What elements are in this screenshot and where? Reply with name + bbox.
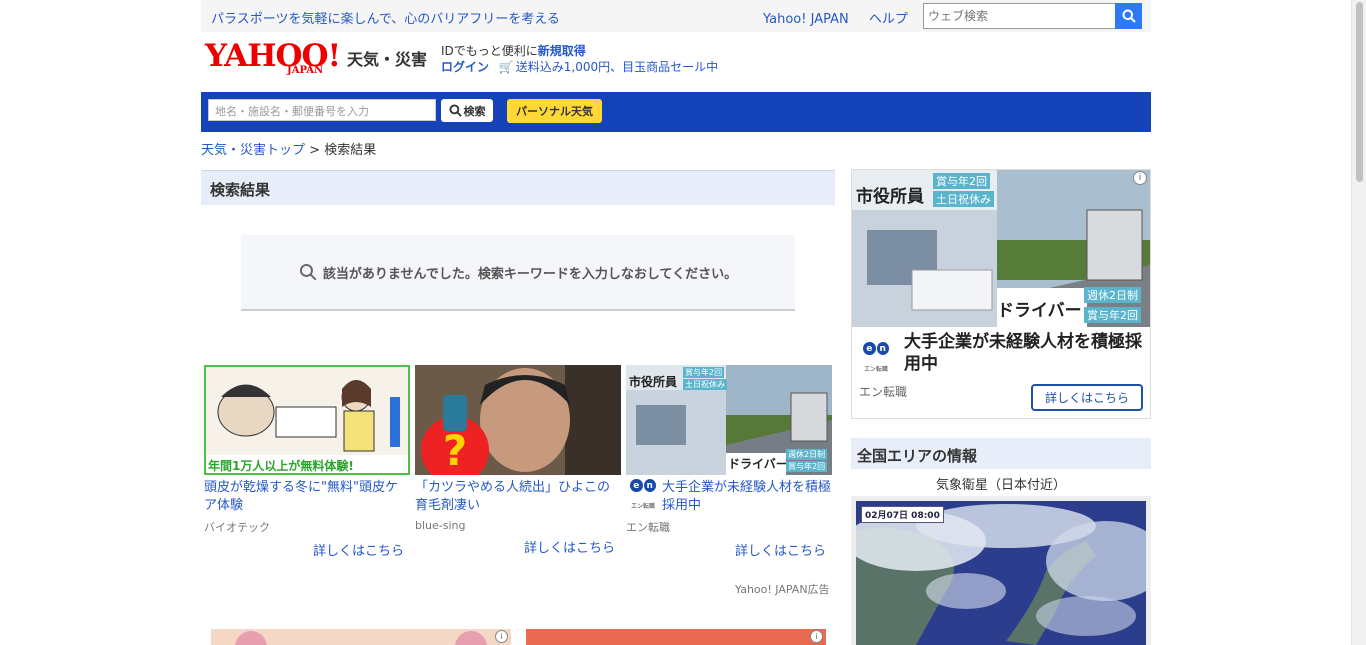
side-ad-badge: 賞与年2回: [933, 173, 990, 189]
logo-sub: JAPAN: [287, 65, 324, 76]
ad-title[interactable]: 「カツラやめる人続出」ひよこの育毛剤凄い: [415, 479, 621, 515]
en-tenshoku-logo: en エン転職: [863, 342, 889, 373]
signup-link[interactable]: 新規取得: [538, 44, 586, 58]
side-ad-badge: 週休2日制: [1084, 287, 1141, 303]
logo-sub: エン転職: [630, 503, 655, 510]
search-icon: [1122, 9, 1136, 23]
yahoo-japan-link[interactable]: Yahoo! JAPAN: [763, 12, 849, 27]
satellite-panel: 02月07日 08:00: [851, 496, 1151, 645]
logo-sub: エン転職: [863, 366, 888, 373]
ad-badge: 週休2日制: [786, 449, 828, 460]
help-link[interactable]: ヘルプ: [869, 12, 908, 27]
ad-caption: 年間1万人以上が無料体験!: [208, 459, 354, 473]
results-header: 検索結果: [201, 170, 835, 205]
breadcrumb-current: 検索結果: [324, 143, 377, 158]
ad-image: 市役所員 賞与年2回 土日祝休み ドライバー 週休2日制 賞与年2回: [626, 365, 832, 475]
service-name[interactable]: 天気・災害: [347, 46, 427, 70]
bottom-ad[interactable]: i: [526, 629, 826, 645]
satellite-caption[interactable]: 気象衛星（日本付近）: [851, 474, 1151, 493]
ad-more-link[interactable]: 詳しくはこちら: [204, 540, 410, 559]
yahoo-logo[interactable]: YAHOO! JAPAN: [205, 41, 341, 77]
side-ad-tag: 市役所員: [856, 187, 924, 207]
web-search-box: [923, 3, 1142, 29]
search-button-label: 検索: [463, 104, 486, 118]
search-icon: [448, 104, 462, 117]
ad-image: 年間1万人以上が無料体験!: [204, 365, 410, 475]
cart-icon: 🛒: [498, 60, 514, 74]
area-info-header: 全国エリアの情報: [851, 438, 1151, 469]
ad-card[interactable]: ? 「カツラやめる人続出」ひよこの育毛剤凄い blue-sing 詳しくはこちら: [415, 365, 621, 556]
web-search-button[interactable]: [1115, 3, 1142, 29]
side-ad-cta-button[interactable]: 詳しくはこちら: [1031, 384, 1143, 411]
location-search-button[interactable]: 検索: [441, 99, 493, 122]
empty-result-message: 該当がありませんでした。検索キーワードを入力しなおしてください。: [322, 266, 738, 282]
ad-more-link[interactable]: 詳しくはこちら: [626, 540, 832, 559]
ad-tag: ドライバー: [728, 457, 788, 471]
svg-text:?: ?: [443, 426, 467, 475]
side-ad-image: 市役所員 賞与年2回 土日祝休み ドライバー 週休2日制 賞与年2回: [852, 170, 1150, 327]
ad-label: Yahoo! JAPAN広告: [735, 583, 830, 596]
side-ad-badge: 賞与年2回: [1084, 307, 1141, 323]
slogan-link[interactable]: パラスポーツを気軽に楽しんで、心のバリアフリーを考える: [211, 8, 560, 27]
side-ad-tag: ドライバー: [997, 301, 1082, 321]
satellite-timestamp: 02月07日 08:00: [861, 506, 944, 523]
en-tenshoku-logo: en エン転職: [630, 479, 656, 510]
scrollbar-thumb[interactable]: [1356, 2, 1363, 182]
ad-more-link[interactable]: 詳しくはこちら: [415, 537, 621, 556]
breadcrumb: 天気・災害トップ > 検索結果: [201, 139, 376, 158]
ad-badge: 賞与年2回: [786, 461, 828, 472]
page-scrollbar[interactable]: [1351, 0, 1366, 645]
personal-weather-button[interactable]: パーソナル天気: [507, 99, 602, 123]
top-bar: パラスポーツを気軽に楽しんで、心のバリアフリーを考える Yahoo! JAPAN…: [201, 0, 1151, 32]
ad-badge: 賞与年2回: [683, 367, 725, 378]
satellite-image[interactable]: 02月07日 08:00: [856, 501, 1146, 645]
ad-source: blue-sing: [415, 519, 466, 532]
adinfo-icon[interactable]: i: [810, 630, 823, 643]
web-search-input[interactable]: [924, 4, 1116, 28]
search-icon: [299, 263, 317, 281]
adinfo-icon[interactable]: i: [1133, 171, 1147, 185]
ad-image: ?: [415, 365, 621, 475]
login-link[interactable]: ログイン: [441, 60, 489, 74]
ad-badge: 土日祝休み: [683, 379, 727, 390]
side-ad-title[interactable]: 大手企業が未経験人材を積極採用中: [904, 331, 1144, 375]
account-area: IDでもっと便利に新規取得 ログイン 🛒 送料込み1,000円、目玉商品セール中: [441, 43, 718, 75]
side-ad-source: エン転職: [859, 385, 908, 399]
results-title: 検索結果: [210, 181, 271, 199]
side-ad-badge: 土日祝休み: [933, 191, 994, 207]
ad-source: バイオテック: [204, 521, 270, 534]
adinfo-icon[interactable]: i: [495, 630, 508, 643]
breadcrumb-separator: >: [309, 143, 321, 158]
ad-card[interactable]: 市役所員 賞与年2回 土日祝休み ドライバー 週休2日制 賞与年2回 en エン…: [626, 365, 832, 559]
weather-search-bar: 地名・施設名・郵便番号を入力 検索 パーソナル天気: [201, 92, 1151, 132]
ad-source: エン転職: [626, 521, 670, 534]
breadcrumb-top[interactable]: 天気・災害トップ: [201, 143, 305, 158]
location-input[interactable]: 地名・施設名・郵便番号を入力: [208, 99, 436, 121]
area-info-title: 全国エリアの情報: [857, 447, 978, 465]
side-ad[interactable]: 市役所員 賞与年2回 土日祝休み ドライバー 週休2日制 賞与年2回 i en …: [851, 169, 1151, 419]
ad-title[interactable]: 大手企業が未経験人材を積極採用中: [662, 479, 832, 515]
id-text: IDでもっと便利に: [441, 44, 538, 58]
bottom-ad[interactable]: i: [211, 629, 511, 645]
promo-link[interactable]: 送料込み1,000円、目玉商品セール中: [516, 60, 718, 74]
ad-title[interactable]: 頭皮が乾燥する冬に"無料"頭皮ケア体験: [204, 479, 410, 515]
ad-card[interactable]: 年間1万人以上が無料体験! 頭皮が乾燥する冬に"無料"頭皮ケア体験 バイオテック…: [204, 365, 410, 559]
ad-tag: 市役所員: [629, 375, 678, 389]
empty-result-box: 該当がありませんでした。検索キーワードを入力しなおしてください。: [241, 235, 795, 311]
